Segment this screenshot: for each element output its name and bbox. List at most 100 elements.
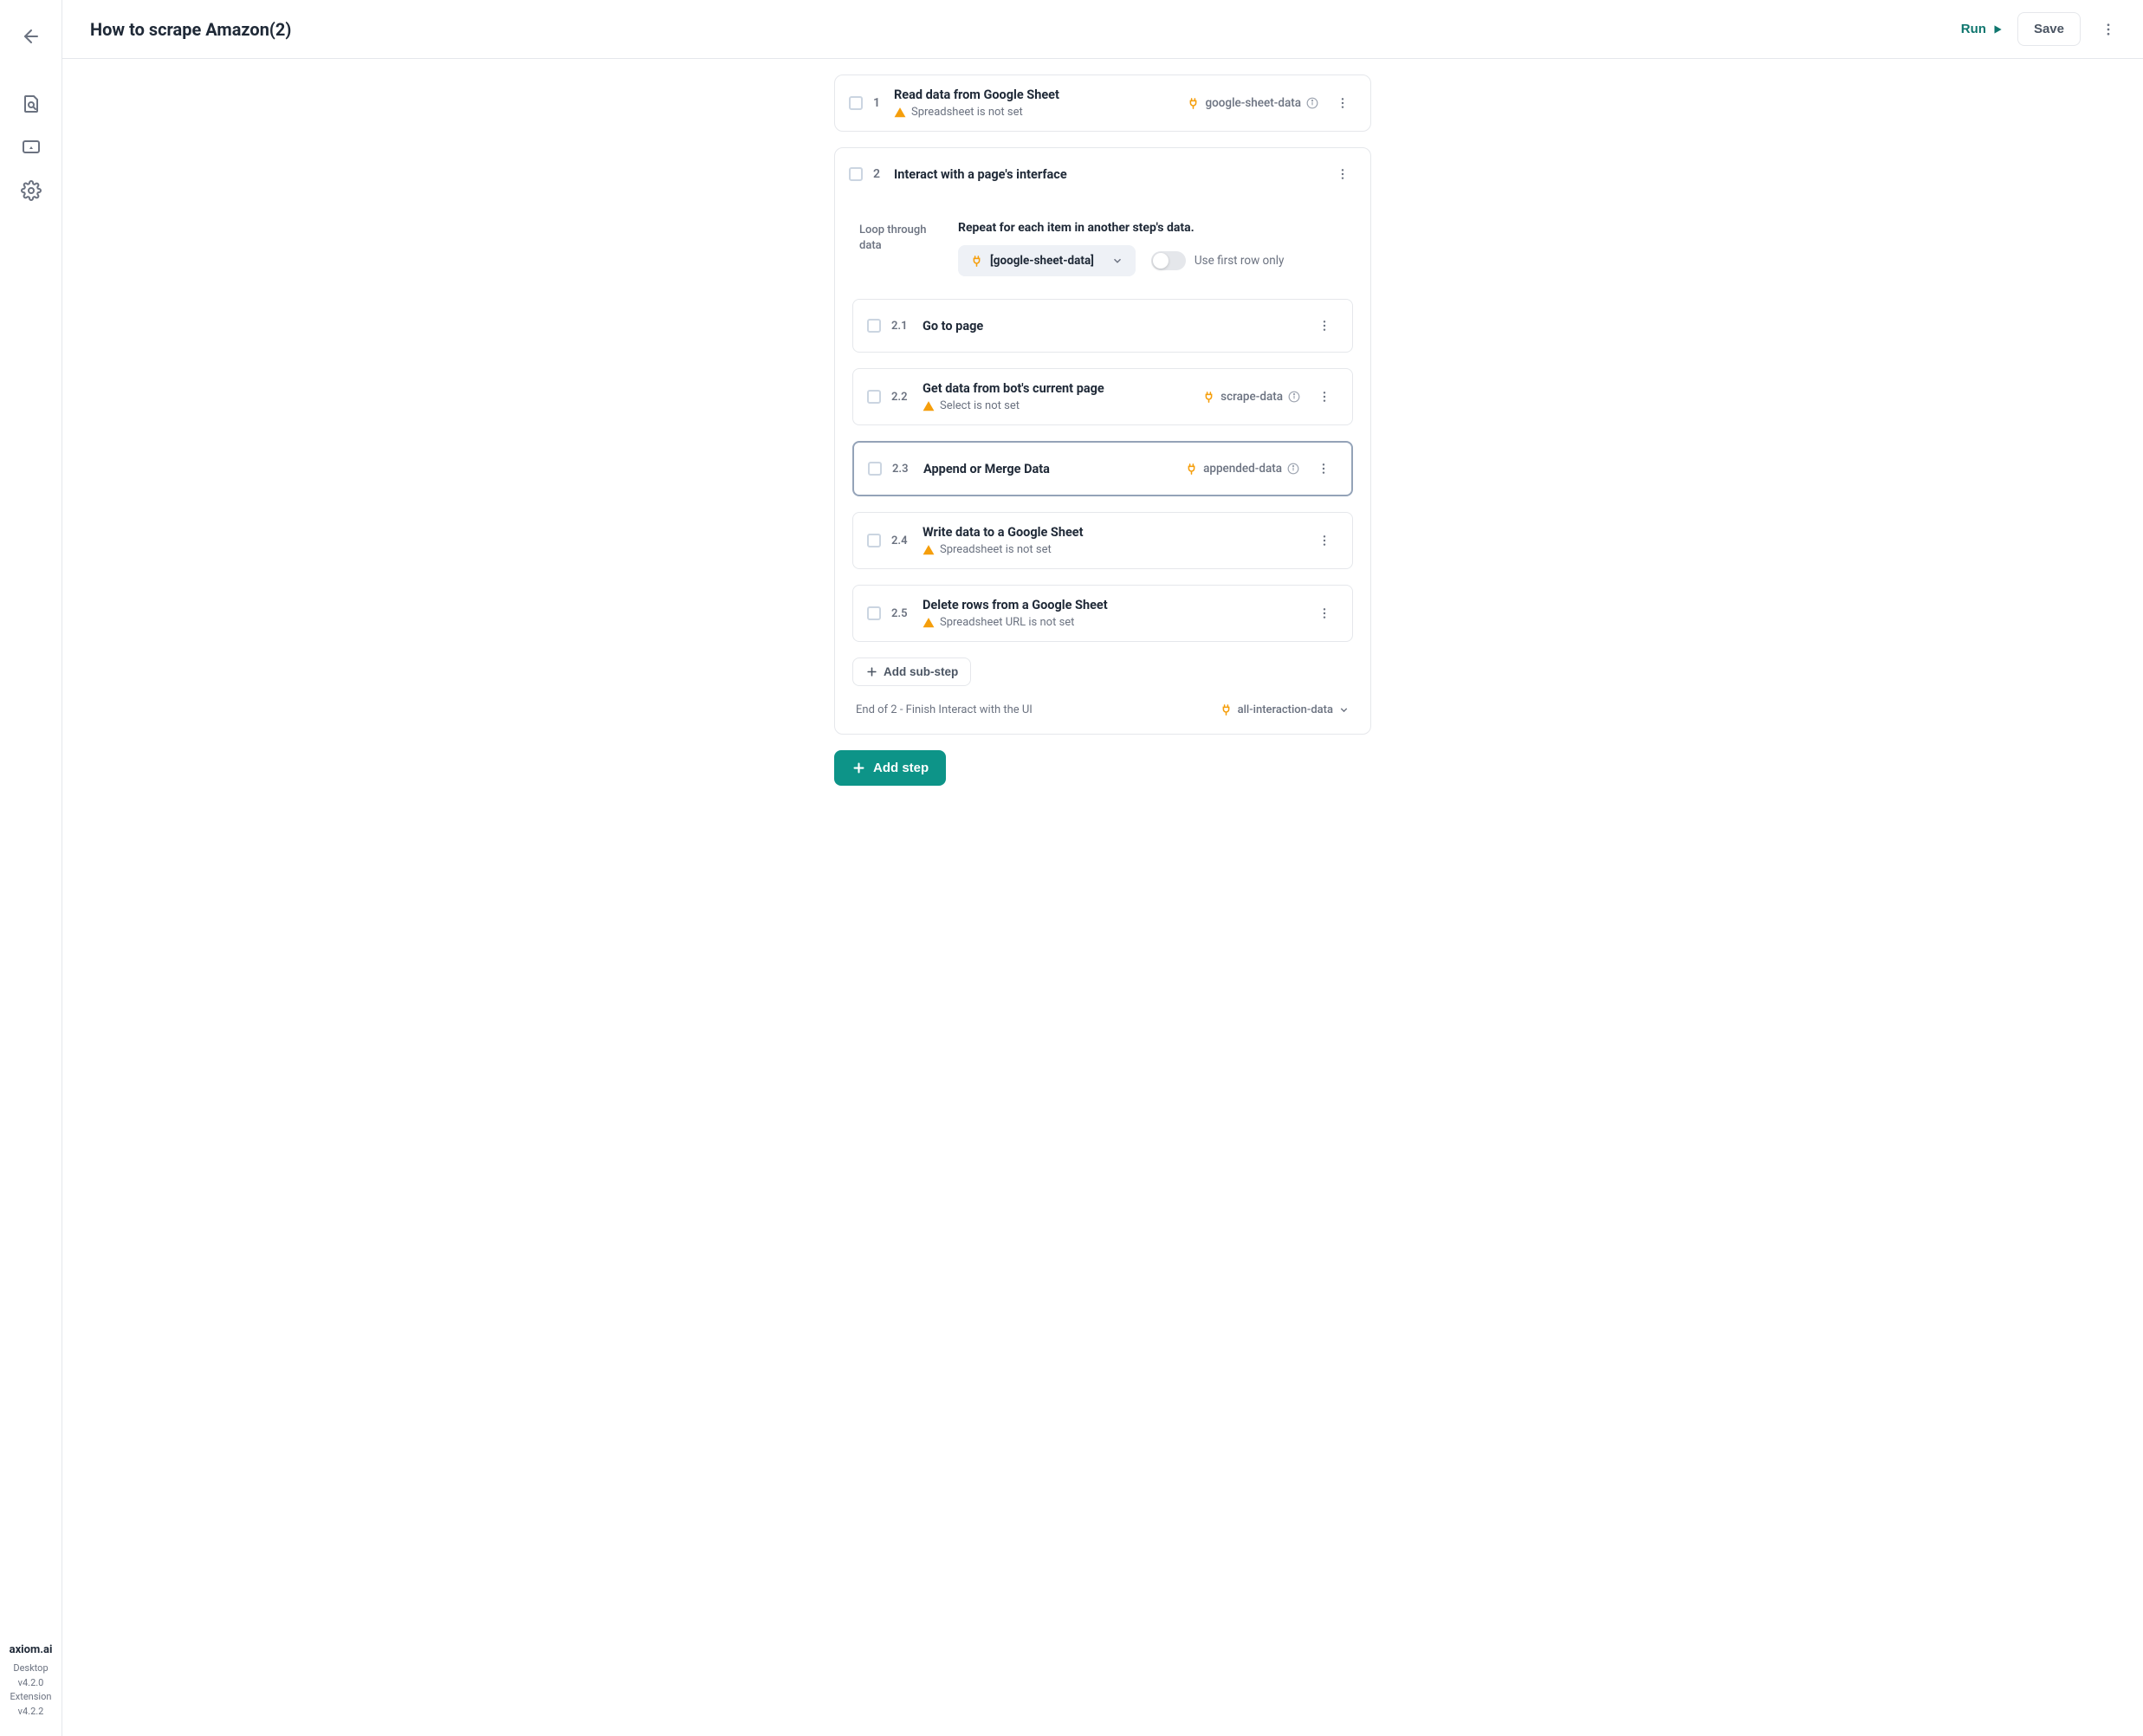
- toggle-label: Use first row only: [1195, 254, 1284, 268]
- extension-version: v4.2.2: [10, 1705, 53, 1720]
- substep-2-3[interactable]: 2.3 Append or Merge Data appended-data: [852, 441, 1353, 496]
- substep-more-button[interactable]: [1311, 383, 1338, 411]
- dots-vertical-icon: [1336, 167, 1350, 181]
- substep-more-button[interactable]: [1311, 599, 1338, 627]
- step-header[interactable]: 2 Interact with a page's interface: [835, 148, 1370, 200]
- step-checkbox[interactable]: [849, 167, 863, 181]
- settings-button[interactable]: [12, 172, 50, 210]
- substep-number: 2.1: [891, 320, 912, 333]
- substep-tag[interactable]: scrape-data: [1202, 390, 1300, 404]
- step-more-button[interactable]: [1329, 160, 1356, 188]
- save-button[interactable]: Save: [2017, 12, 2081, 46]
- substep-checkbox[interactable]: [867, 319, 881, 333]
- substep-title: Go to page: [923, 319, 1300, 334]
- add-step-button[interactable]: Add step: [834, 750, 946, 786]
- brand-name: axiom.ai: [10, 1642, 53, 1659]
- header-more-button[interactable]: [2094, 16, 2122, 43]
- substep-more-button[interactable]: [1311, 312, 1338, 340]
- page-title: How to scrape Amazon(2): [90, 19, 291, 40]
- substep-checkbox[interactable]: [867, 606, 881, 620]
- step-tag[interactable]: google-sheet-data: [1187, 96, 1318, 110]
- substep-number: 2.2: [891, 391, 912, 404]
- add-substep-button[interactable]: Add sub-step: [852, 657, 971, 686]
- chevron-down-icon: [1111, 255, 1123, 267]
- add-step-label: Add step: [873, 761, 929, 775]
- dots-vertical-icon: [1336, 96, 1350, 110]
- substep-warning-text: Spreadsheet URL is not set: [940, 616, 1074, 629]
- step-number: 2: [873, 167, 884, 181]
- page-search-icon: [21, 94, 42, 114]
- plus-icon: [865, 665, 878, 678]
- warning-icon: [923, 544, 935, 556]
- substep-warning-text: Select is not set: [940, 399, 1020, 412]
- warning-icon: [923, 400, 935, 412]
- loop-label: Loop through data: [859, 221, 937, 276]
- gear-icon: [21, 180, 42, 201]
- substep-title: Append or Merge Data: [923, 462, 1175, 476]
- plug-icon: [1220, 703, 1233, 716]
- substep-2-1[interactable]: 2.1 Go to page: [852, 299, 1353, 353]
- sidebar-footer: axiom.ai Desktop v4.2.0 Extension v4.2.2: [10, 1642, 53, 1720]
- back-button[interactable]: [12, 17, 50, 55]
- info-icon: [1288, 391, 1300, 403]
- step-card-2: 2 Interact with a page's interface Loop …: [834, 147, 1371, 735]
- step-number: 1: [873, 96, 884, 110]
- step-checkbox[interactable]: [849, 96, 863, 110]
- substep-more-button[interactable]: [1311, 527, 1338, 554]
- warning-icon: [923, 617, 935, 629]
- footer-tag-dropdown[interactable]: all-interaction-data: [1220, 703, 1350, 716]
- loop-source-value: [google-sheet-data]: [990, 254, 1094, 268]
- substep-number: 2.4: [891, 534, 912, 547]
- dots-vertical-icon: [2101, 22, 2116, 37]
- footer-tag-label: all-interaction-data: [1238, 703, 1333, 716]
- plug-icon: [1202, 391, 1215, 404]
- screen-alert-icon: [21, 137, 42, 158]
- substep-title: Write data to a Google Sheet: [923, 525, 1300, 540]
- run-label: Run: [1961, 22, 1986, 36]
- dots-vertical-icon: [1318, 390, 1331, 404]
- plus-icon: [851, 761, 866, 775]
- loop-description: Repeat for each item in another step's d…: [958, 221, 1346, 235]
- extension-label: Extension: [10, 1690, 53, 1705]
- step-footer-text: End of 2 - Finish Interact with the UI: [856, 703, 1033, 716]
- substep-checkbox[interactable]: [867, 390, 881, 404]
- substep-checkbox[interactable]: [867, 534, 881, 547]
- loop-section: Loop through data Repeat for each item i…: [852, 207, 1353, 295]
- step-title: Read data from Google Sheet: [894, 87, 1176, 102]
- desktop-label: Desktop: [10, 1662, 53, 1676]
- search-page-button[interactable]: [12, 85, 50, 123]
- substep-title: Get data from bot's current page: [923, 381, 1192, 396]
- step-more-button[interactable]: [1329, 89, 1356, 117]
- step-tag-label: google-sheet-data: [1205, 96, 1301, 110]
- substep-2-4[interactable]: 2.4 Write data to a Google Sheet Spreads…: [852, 512, 1353, 569]
- substep-number: 2.3: [892, 463, 913, 476]
- substep-tag-label: appended-data: [1203, 462, 1282, 476]
- substep-2-5[interactable]: 2.5 Delete rows from a Google Sheet Spre…: [852, 585, 1353, 642]
- add-substep-label: Add sub-step: [884, 665, 958, 678]
- loop-source-dropdown[interactable]: [google-sheet-data]: [958, 245, 1136, 276]
- step-card-1[interactable]: 1 Read data from Google Sheet Spreadshee…: [834, 74, 1371, 132]
- substep-more-button[interactable]: [1310, 455, 1337, 483]
- dots-vertical-icon: [1318, 534, 1331, 547]
- device-alert-button[interactable]: [12, 128, 50, 166]
- substep-number: 2.5: [891, 607, 912, 620]
- chevron-down-icon: [1338, 704, 1350, 716]
- plug-icon: [970, 255, 983, 268]
- substep-checkbox[interactable]: [868, 462, 882, 476]
- step-title: Interact with a page's interface: [894, 167, 1318, 182]
- substep-warning-text: Spreadsheet is not set: [940, 543, 1052, 556]
- dots-vertical-icon: [1318, 319, 1331, 333]
- substep-tag[interactable]: appended-data: [1185, 462, 1299, 476]
- plug-icon: [1187, 97, 1200, 110]
- plug-icon: [1185, 463, 1198, 476]
- play-icon: [1991, 23, 2004, 36]
- dots-vertical-icon: [1317, 462, 1330, 476]
- substep-2-2[interactable]: 2.2 Get data from bot's current page Sel…: [852, 368, 1353, 425]
- warning-icon: [894, 107, 906, 119]
- first-row-toggle[interactable]: [1151, 251, 1186, 270]
- run-button[interactable]: Run: [1961, 22, 2004, 36]
- dots-vertical-icon: [1318, 606, 1331, 620]
- arrow-left-icon: [21, 26, 42, 47]
- substep-title: Delete rows from a Google Sheet: [923, 598, 1300, 612]
- substep-tag-label: scrape-data: [1220, 390, 1283, 404]
